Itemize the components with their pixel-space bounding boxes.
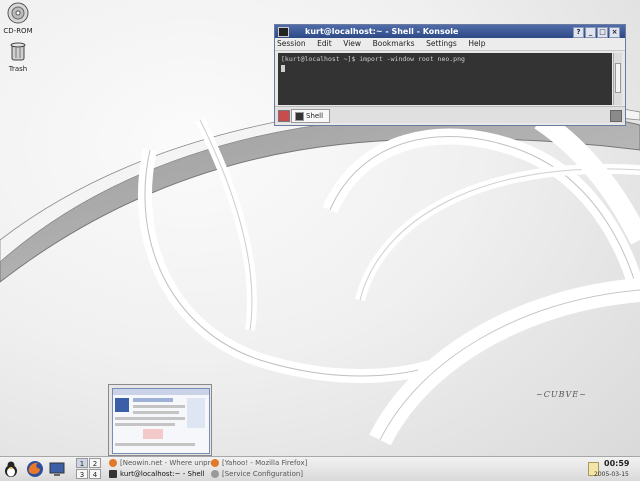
- cdrom-icon: [7, 2, 29, 24]
- clock-date: 2005-03-15: [594, 471, 629, 478]
- window-title: kurt@localhost:~ - Shell - Konsole: [305, 27, 459, 36]
- konsole-app-icon[interactable]: [278, 27, 289, 37]
- pager-desktop-1[interactable]: 1: [76, 458, 88, 468]
- clock-time[interactable]: 00:59: [604, 459, 629, 468]
- menu-edit[interactable]: Edit: [317, 39, 332, 48]
- task-label: [Neowin.net - Where unpro: [120, 459, 215, 467]
- kde-menu-icon[interactable]: [2, 460, 20, 478]
- scrollbar-thumb[interactable]: [615, 63, 621, 93]
- desktop-icon-trash[interactable]: Trash: [0, 40, 36, 73]
- desktop-pager: 1 2 3 4: [76, 458, 102, 480]
- firefox-icon: [109, 459, 117, 467]
- terminal-command-line: [kurt@localhost ~]$ import -window root …: [281, 55, 465, 63]
- pager-desktop-4[interactable]: 4: [89, 469, 101, 479]
- pager-desktop-2[interactable]: 2: [89, 458, 101, 468]
- desktop-icon-label: CD-ROM: [3, 27, 33, 35]
- menu-settings[interactable]: Settings: [426, 39, 457, 48]
- task-label: kurt@localhost:~ - Shell: [120, 470, 205, 478]
- tab-label: Shell: [306, 112, 324, 120]
- new-session-button[interactable]: [278, 110, 290, 122]
- help-button[interactable]: ?: [573, 27, 584, 38]
- menu-help[interactable]: Help: [468, 39, 485, 48]
- terminal-area[interactable]: [kurt@localhost ~]$ import -window root …: [278, 53, 612, 105]
- menu-view[interactable]: View: [343, 39, 361, 48]
- desktop-icon-label: Trash: [8, 65, 28, 73]
- task-neowin[interactable]: [Neowin.net - Where unpro: [108, 458, 220, 468]
- task-service-configuration[interactable]: [Service Configuration]: [210, 469, 322, 479]
- pager-desktop-3[interactable]: 3: [76, 469, 88, 479]
- desktop-icon-cdrom[interactable]: CD-ROM: [0, 2, 36, 35]
- menu-session[interactable]: Session: [277, 39, 306, 48]
- close-button[interactable]: ×: [609, 27, 620, 38]
- terminal-cursor: [281, 65, 285, 72]
- desktop-monitor-icon[interactable]: [48, 460, 66, 478]
- session-tab-bar: Shell: [275, 106, 625, 123]
- trash-icon: [10, 42, 26, 61]
- settings-icon: [211, 470, 219, 478]
- menu-bar: Session Edit View Bookmarks Settings Hel…: [275, 38, 625, 51]
- tab-shell[interactable]: Shell: [291, 109, 331, 123]
- desktop-preview-thumbnail[interactable]: [108, 384, 212, 456]
- task-label: [Yahoo! - Mozilla Firefox]: [222, 459, 308, 467]
- window-titlebar[interactable]: kurt@localhost:~ - Shell - Konsole ? _ □…: [275, 25, 625, 38]
- maximize-button[interactable]: □: [597, 27, 608, 38]
- firefox-icon: [211, 459, 219, 467]
- terminal-icon: [109, 470, 117, 478]
- task-label: [Service Configuration]: [222, 470, 304, 478]
- task-yahoo[interactable]: [Yahoo! - Mozilla Firefox]: [210, 458, 322, 468]
- preview-window-thumbnail: [112, 388, 210, 454]
- terminal-icon: [295, 112, 304, 121]
- task-konsole[interactable]: kurt@localhost:~ - Shell: [108, 469, 220, 479]
- terminal-scrollbar[interactable]: [613, 53, 622, 105]
- konsole-window[interactable]: kurt@localhost:~ - Shell - Konsole ? _ □…: [274, 24, 626, 126]
- preview-image: [113, 389, 209, 446]
- wallpaper-logo-text: ~CUBVE~: [536, 390, 587, 399]
- firefox-icon[interactable]: [26, 460, 44, 478]
- close-session-button[interactable]: [610, 110, 622, 122]
- minimize-button[interactable]: _: [585, 27, 596, 38]
- menu-bookmarks[interactable]: Bookmarks: [373, 39, 415, 48]
- taskbar: 1 2 3 4 [Neowin.net - Where unpro [Yahoo…: [0, 456, 640, 481]
